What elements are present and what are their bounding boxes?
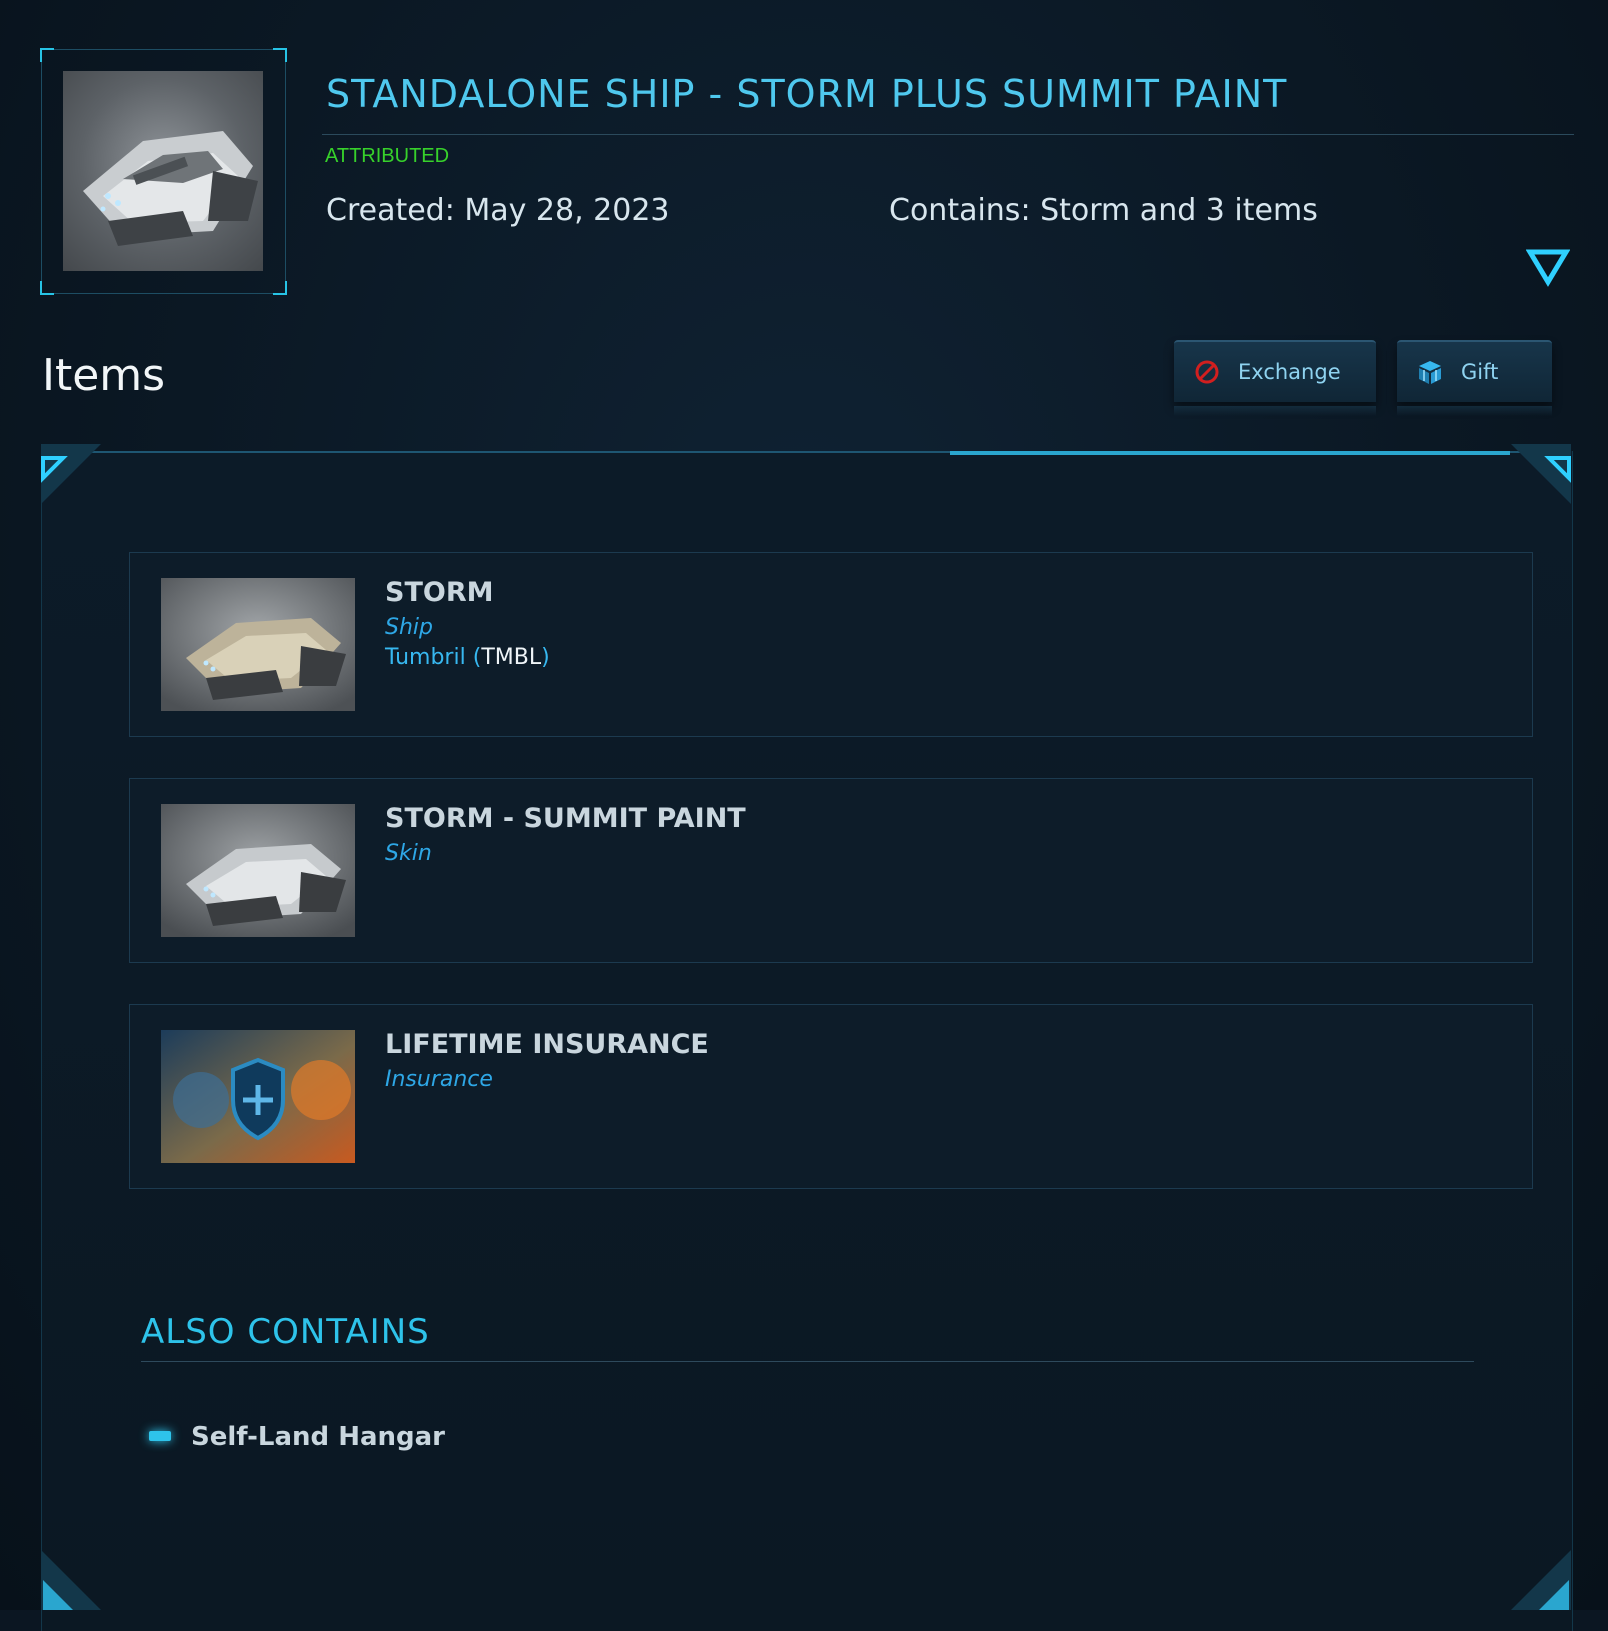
gift-label: Gift [1461,360,1499,384]
item-thumbnail [161,578,355,711]
manufacturer-name: Tumbril [385,645,466,670]
items-heading: Items [42,350,166,401]
panel-corner-top-left [41,444,101,504]
panel-top-accent [950,451,1510,455]
also-contains-item: Self-Land Hangar [191,1422,445,1452]
list-item[interactable]: STORM - SUMMIT PAINT Skin [129,778,1533,963]
created-date: Created: May 28, 2023 [326,193,670,228]
exchange-label: Exchange [1238,360,1341,384]
pledge-thumbnail-frame [40,48,287,295]
gift-box-icon [1417,359,1443,385]
panel-corner-bottom-left [41,1550,101,1610]
item-type: Insurance [385,1067,493,1092]
item-thumbnail [161,1030,355,1163]
no-entry-icon [1194,359,1220,385]
triangle-down-icon [1525,249,1571,287]
list-item[interactable]: LIFETIME INSURANCE Insurance [129,1004,1533,1189]
gift-button[interactable]: Gift [1397,340,1552,416]
pledge-thumbnail-image [63,71,263,271]
item-manufacturer: Tumbril (TMBL) [385,645,550,670]
exchange-button[interactable]: Exchange [1174,340,1376,416]
item-type: Ship [385,615,433,640]
also-contains-title: ALSO CONTAINS [141,1312,430,1352]
list-item[interactable]: STORM Ship Tumbril (TMBL) [129,552,1533,737]
panel-corner-top-right [1511,444,1571,504]
bullet-icon [149,1431,171,1441]
item-name: STORM - SUMMIT PAINT [385,803,746,834]
item-thumbnail [161,804,355,937]
also-contains-divider [141,1361,1474,1362]
panel-corner-bottom-right [1511,1550,1571,1610]
pledge-title: STANDALONE SHIP - STORM PLUS SUMMIT PAIN… [326,72,1288,116]
title-divider [322,134,1574,135]
item-name: STORM [385,577,494,608]
pledge-page: STANDALONE SHIP - STORM PLUS SUMMIT PAIN… [0,0,1608,1631]
status-badge: ATTRIBUTED [325,145,450,167]
item-type: Skin [385,841,432,866]
manufacturer-code: TMBL [481,645,542,670]
item-name: LIFETIME INSURANCE [385,1029,709,1060]
contains-summary: Contains: Storm and 3 items [889,193,1318,228]
expand-toggle[interactable] [1525,248,1571,288]
